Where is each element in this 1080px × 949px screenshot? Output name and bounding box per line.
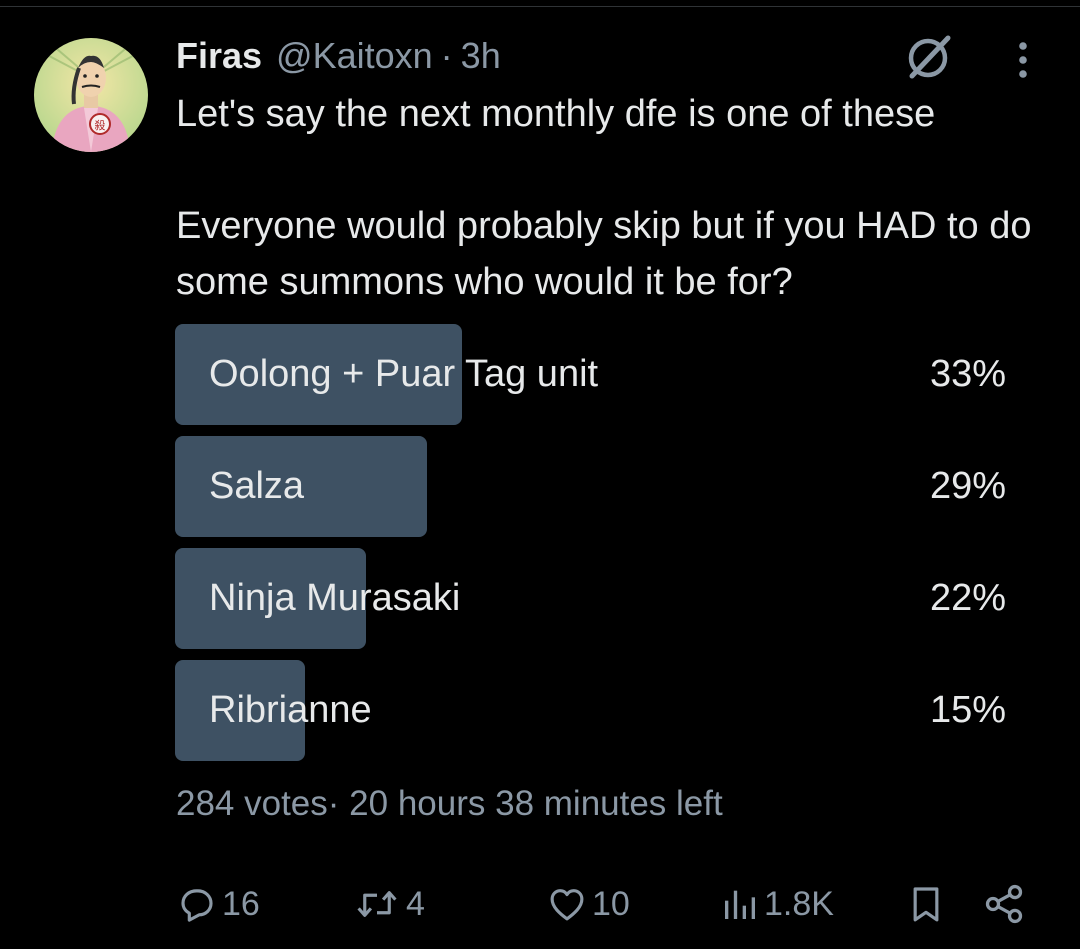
author-name[interactable]: Firas bbox=[176, 35, 262, 77]
poll-option-label: Ninja Murasaki bbox=[209, 577, 461, 619]
poll-option-percent: 29% bbox=[929, 465, 1006, 507]
like-count: 10 bbox=[592, 884, 630, 923]
poll-time-left: 20 hours 38 minutes left bbox=[349, 784, 723, 823]
poll-option-percent: 15% bbox=[929, 689, 1006, 731]
more-options-icon[interactable] bbox=[1008, 40, 1038, 80]
header-separator: · bbox=[440, 35, 453, 76]
author-handle[interactable]: @Kaitoxn bbox=[276, 35, 433, 77]
share-button[interactable] bbox=[982, 876, 1026, 932]
tweet-text: Let's say the next monthly dfe is one of… bbox=[176, 93, 1032, 303]
like-button[interactable]: 10 bbox=[546, 876, 630, 932]
views-icon bbox=[720, 883, 760, 925]
poll-meta-separator: · bbox=[327, 784, 340, 823]
action-bar: 16 4 10 1.8K bbox=[0, 876, 1080, 932]
poll-option-percent: 33% bbox=[929, 353, 1006, 395]
poll-option-label: Oolong + Puar Tag unit bbox=[209, 353, 599, 395]
poll-option[interactable]: Salza 29% bbox=[175, 436, 1010, 537]
poll-meta: 284 votes· 20 hours 38 minutes left bbox=[176, 784, 723, 824]
poll-option-percent: 22% bbox=[929, 577, 1006, 619]
bookmark-icon bbox=[906, 883, 946, 925]
reply-count: 16 bbox=[222, 884, 260, 923]
views-button[interactable]: 1.8K bbox=[720, 876, 834, 932]
tweet-timestamp[interactable]: 3h bbox=[461, 35, 501, 77]
poll-option-label: Ribrianne bbox=[209, 689, 372, 731]
poll-option[interactable]: Oolong + Puar Tag unit 33% bbox=[175, 324, 1010, 425]
grok-icon[interactable] bbox=[904, 34, 954, 80]
repost-icon bbox=[352, 883, 402, 925]
poll: Oolong + Puar Tag unit 33% Salza 29% Nin… bbox=[175, 324, 1010, 772]
share-icon bbox=[982, 882, 1026, 926]
top-divider bbox=[0, 6, 1080, 7]
poll-option[interactable]: Ninja Murasaki 22% bbox=[175, 548, 1010, 649]
bookmark-button[interactable] bbox=[906, 876, 946, 932]
poll-option[interactable]: Ribrianne 15% bbox=[175, 660, 1010, 761]
repost-count: 4 bbox=[406, 884, 425, 923]
repost-button[interactable]: 4 bbox=[352, 876, 425, 932]
reply-icon bbox=[176, 883, 218, 925]
like-icon bbox=[546, 883, 588, 925]
reply-button[interactable]: 16 bbox=[176, 876, 260, 932]
avatar[interactable]: 殺 bbox=[34, 38, 148, 152]
poll-vote-count: 284 votes bbox=[176, 784, 328, 823]
poll-option-label: Salza bbox=[209, 465, 305, 507]
views-count: 1.8K bbox=[764, 884, 834, 923]
svg-text:殺: 殺 bbox=[95, 118, 106, 132]
tweet-header: Firas @Kaitoxn · 3h bbox=[176, 32, 501, 80]
